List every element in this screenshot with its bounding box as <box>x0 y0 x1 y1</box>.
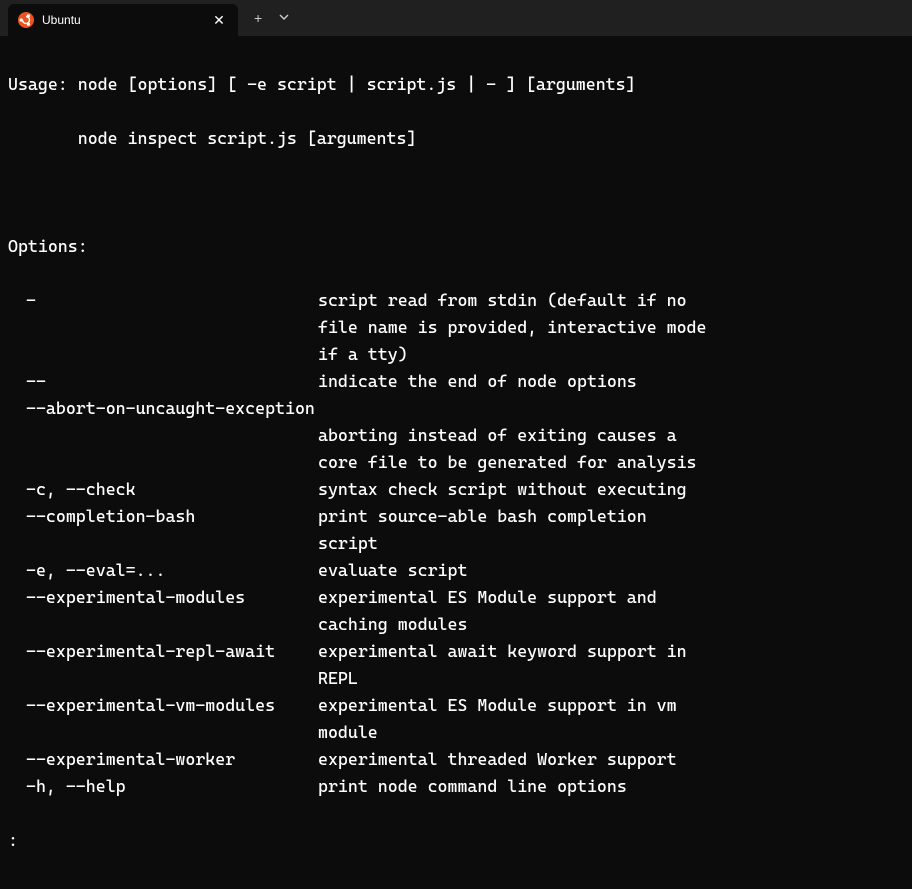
blank-line <box>8 179 904 206</box>
options-header: Options: <box>8 233 904 260</box>
close-icon[interactable]: ✕ <box>210 11 228 29</box>
option-description: evaluate script <box>318 557 904 584</box>
option-description: print source-able bash completion <box>318 503 904 530</box>
option-row: module <box>8 719 904 746</box>
option-flag: --experimental-vm-modules <box>8 692 318 719</box>
option-description: experimental threaded Worker support <box>318 746 904 773</box>
pager-prompt: : <box>8 827 904 854</box>
option-flag: - <box>8 287 318 314</box>
tab-bar: Ubuntu ✕ + <box>0 0 912 36</box>
option-flag: --experimental-repl-await <box>8 638 318 665</box>
tab-ubuntu[interactable]: Ubuntu ✕ <box>8 4 238 36</box>
option-description: experimental ES Module support and <box>318 584 904 611</box>
option-flag: --abort-on-uncaught-exception <box>8 395 318 422</box>
option-description-continuation: file name is provided, interactive mode <box>8 314 706 341</box>
new-tab-button[interactable]: + <box>254 10 262 26</box>
option-row: REPL <box>8 665 904 692</box>
option-row: --abort-on-uncaught-exception <box>8 395 904 422</box>
option-description: syntax check script without executing <box>318 476 904 503</box>
option-flag: -h, --help <box>8 773 318 800</box>
option-description <box>318 395 904 422</box>
option-description-continuation: caching modules <box>8 611 467 638</box>
terminal-output[interactable]: Usage: node [options] [ -e script | scri… <box>0 36 912 889</box>
options-list: -script read from stdin (default if nofi… <box>8 287 904 800</box>
option-row: --experimental-repl-awaitexperimental aw… <box>8 638 904 665</box>
option-description: print node command line options <box>318 773 904 800</box>
option-row: -script read from stdin (default if no <box>8 287 904 314</box>
option-description: experimental ES Module support in vm <box>318 692 904 719</box>
tab-title: Ubuntu <box>42 13 210 27</box>
option-description: experimental await keyword support in <box>318 638 904 665</box>
tab-dropdown-button[interactable] <box>278 10 290 26</box>
option-row: --completion-bashprint source-able bash … <box>8 503 904 530</box>
option-description: indicate the end of node options <box>318 368 904 395</box>
option-row: caching modules <box>8 611 904 638</box>
option-row: if a tty) <box>8 341 904 368</box>
option-flag: --experimental-worker <box>8 746 318 773</box>
option-description-continuation: core file to be generated for analysis <box>8 449 697 476</box>
option-row: --indicate the end of node options <box>8 368 904 395</box>
option-flag: -- <box>8 368 318 395</box>
option-flag: --completion-bash <box>8 503 318 530</box>
option-row: -h, --helpprint node command line option… <box>8 773 904 800</box>
usage-line-1: Usage: node [options] [ -e script | scri… <box>8 71 904 98</box>
option-description-continuation: aborting instead of exiting causes a <box>8 422 677 449</box>
option-description-continuation: if a tty) <box>8 341 408 368</box>
option-row: -e, --eval=...evaluate script <box>8 557 904 584</box>
option-flag: -e, --eval=... <box>8 557 318 584</box>
option-description: script read from stdin (default if no <box>318 287 904 314</box>
usage-line-2: node inspect script.js [arguments] <box>8 125 904 152</box>
option-description-continuation: REPL <box>8 665 358 692</box>
option-description-continuation: script <box>8 530 378 557</box>
option-flag: --experimental-modules <box>8 584 318 611</box>
option-row: --experimental-workerexperimental thread… <box>8 746 904 773</box>
option-row: script <box>8 530 904 557</box>
ubuntu-icon <box>18 12 34 28</box>
option-row: aborting instead of exiting causes a <box>8 422 904 449</box>
option-row: --experimental-vm-modulesexperimental ES… <box>8 692 904 719</box>
option-row: --experimental-modulesexperimental ES Mo… <box>8 584 904 611</box>
option-description-continuation: module <box>8 719 378 746</box>
option-flag: -c, --check <box>8 476 318 503</box>
option-row: file name is provided, interactive mode <box>8 314 904 341</box>
option-row: -c, --checksyntax check script without e… <box>8 476 904 503</box>
option-row: core file to be generated for analysis <box>8 449 904 476</box>
tab-actions: + <box>254 10 290 26</box>
